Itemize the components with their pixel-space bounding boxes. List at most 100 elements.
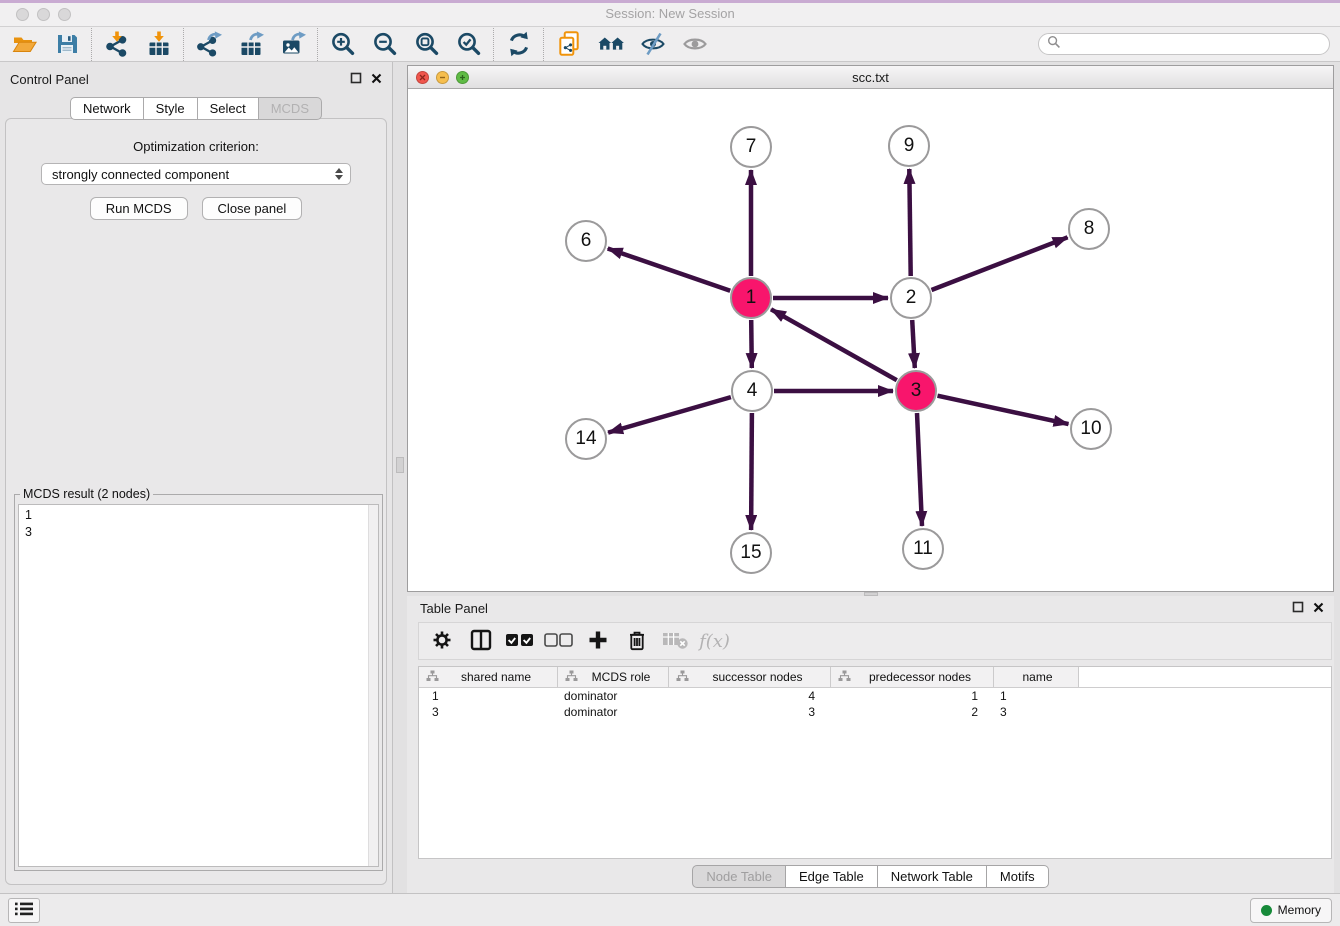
column-header-predecessor-nodes[interactable]: predecessor nodes [831, 667, 994, 687]
network-view-window: scc.txt 7968124314101511 [407, 65, 1334, 592]
graph-node-9[interactable]: 9 [888, 125, 930, 167]
zoom-selected-button[interactable] [448, 29, 490, 60]
deselect-all-checkboxes-button[interactable] [540, 625, 577, 657]
graph-edge-3-1[interactable] [771, 309, 897, 380]
table-settings-button[interactable] [423, 625, 460, 657]
task-history-button[interactable] [8, 898, 40, 923]
column-header-label: shared name [439, 670, 553, 684]
export-image-button[interactable] [272, 29, 314, 60]
zoom-in-icon [330, 31, 356, 57]
show-all-button[interactable] [590, 29, 632, 60]
table-row[interactable]: 1dominator411 [419, 688, 1331, 704]
search-input[interactable] [1066, 36, 1321, 52]
mcds-result-scrollbar[interactable] [368, 505, 378, 866]
network-from-selection-button[interactable] [548, 29, 590, 60]
memory-button[interactable]: Memory [1250, 898, 1332, 923]
main-area: Control Panel NetworkStyleSelectMCDS Opt… [0, 62, 1340, 893]
table-cell: 4 [669, 688, 831, 704]
column-header-label: MCDS role [578, 670, 664, 684]
zoom-fit-button[interactable] [406, 29, 448, 60]
graph-node-2[interactable]: 2 [890, 277, 932, 319]
control-panel-float-button[interactable] [350, 72, 362, 87]
save-session-button[interactable] [46, 29, 88, 60]
column-header-successor-nodes[interactable]: successor nodes [669, 667, 831, 687]
graph-edge-4-15[interactable] [751, 413, 752, 530]
graph-node-3[interactable]: 3 [895, 370, 937, 412]
search-icon [1047, 35, 1061, 54]
minimize-window-button[interactable] [37, 8, 50, 21]
column-header-name[interactable]: name [994, 667, 1079, 687]
network-zoom-button[interactable] [456, 71, 469, 84]
mcds-result-group: MCDS result (2 nodes) 1 3 [14, 494, 383, 871]
list-icon [14, 901, 34, 920]
search-box[interactable] [1038, 33, 1330, 55]
close-window-button[interactable] [16, 8, 29, 21]
delete-column-icon [625, 628, 649, 655]
graph-node-6[interactable]: 6 [565, 220, 607, 262]
vertical-splitter[interactable] [393, 62, 407, 893]
vertical-splitter-handle[interactable] [396, 457, 404, 473]
graph-edge-2-9[interactable] [909, 169, 910, 276]
graph-node-7[interactable]: 7 [730, 126, 772, 168]
network-minimize-button[interactable] [436, 71, 449, 84]
criterion-dropdown-value: strongly connected component [52, 167, 229, 182]
tab-mcds[interactable]: MCDS [259, 97, 322, 120]
split-panel-button[interactable] [462, 625, 499, 657]
run-mcds-button[interactable]: Run MCDS [90, 197, 188, 220]
hide-selected-button[interactable] [632, 29, 674, 60]
graph-node-11[interactable]: 11 [902, 528, 944, 570]
tab-select[interactable]: Select [198, 97, 259, 120]
control-panel-close-button[interactable] [371, 72, 382, 87]
graph-node-14[interactable]: 14 [565, 418, 607, 460]
graph-edge-3-10[interactable] [938, 396, 1069, 424]
table-row[interactable]: 3dominator323 [419, 704, 1331, 720]
control-panel-title: Control Panel [10, 72, 89, 87]
apply-layout-button[interactable] [498, 29, 540, 60]
maximize-window-button[interactable] [58, 8, 71, 21]
graph-edge-3-11[interactable] [917, 413, 922, 526]
zoom-out-button[interactable] [364, 29, 406, 60]
open-session-button[interactable] [4, 29, 46, 60]
export-network-button[interactable] [188, 29, 230, 60]
column-header-mcds-role[interactable]: MCDS role [558, 667, 669, 687]
criterion-dropdown[interactable]: strongly connected component [41, 163, 351, 185]
tab-style[interactable]: Style [144, 97, 198, 120]
network-from-selection-icon [556, 31, 582, 57]
table-panel-float-button[interactable] [1292, 601, 1304, 616]
mcds-result-area[interactable]: 1 3 [18, 504, 379, 867]
graph-node-1[interactable]: 1 [730, 277, 772, 319]
add-column-button[interactable] [579, 625, 616, 657]
tab-edge-table[interactable]: Edge Table [786, 865, 878, 888]
tab-node-table[interactable]: Node Table [692, 865, 786, 888]
graph-node-15[interactable]: 15 [730, 532, 772, 574]
column-header-shared-name[interactable]: shared name [419, 667, 558, 687]
graph-edge-1-6[interactable] [608, 249, 731, 291]
zoom-in-button[interactable] [322, 29, 364, 60]
select-all-checkboxes-button[interactable] [501, 625, 538, 657]
horizontal-splitter-handle[interactable] [864, 592, 878, 596]
horizontal-splitter[interactable] [407, 592, 1334, 596]
show-hidden-button[interactable] [674, 29, 716, 60]
zoom-out-icon [372, 31, 398, 57]
import-network-button[interactable] [96, 29, 138, 60]
graph-node-4[interactable]: 4 [731, 370, 773, 412]
graph-edge-1-4[interactable] [751, 320, 752, 368]
deselect-all-checkboxes-icon [544, 632, 574, 651]
close-panel-button[interactable]: Close panel [202, 197, 303, 220]
import-table-button[interactable] [138, 29, 180, 60]
graph-node-8[interactable]: 8 [1068, 208, 1110, 250]
tab-network-table[interactable]: Network Table [878, 865, 987, 888]
export-table-button[interactable] [230, 29, 272, 60]
delete-column-button[interactable] [618, 625, 655, 657]
network-canvas[interactable]: 7 9 6 8 1 2 4 3 14 10 15 11 [408, 89, 1333, 591]
table-panel-close-button[interactable] [1313, 601, 1324, 616]
graph-edge-4-14[interactable] [608, 397, 731, 433]
delete-table-icon [662, 629, 689, 654]
float-icon [1292, 601, 1304, 616]
graph-node-10[interactable]: 10 [1070, 408, 1112, 450]
network-close-button[interactable] [416, 71, 429, 84]
tab-motifs[interactable]: Motifs [987, 865, 1049, 888]
tab-network[interactable]: Network [70, 97, 144, 120]
graph-edge-2-8[interactable] [932, 237, 1068, 290]
graph-edge-2-3[interactable] [912, 320, 915, 368]
